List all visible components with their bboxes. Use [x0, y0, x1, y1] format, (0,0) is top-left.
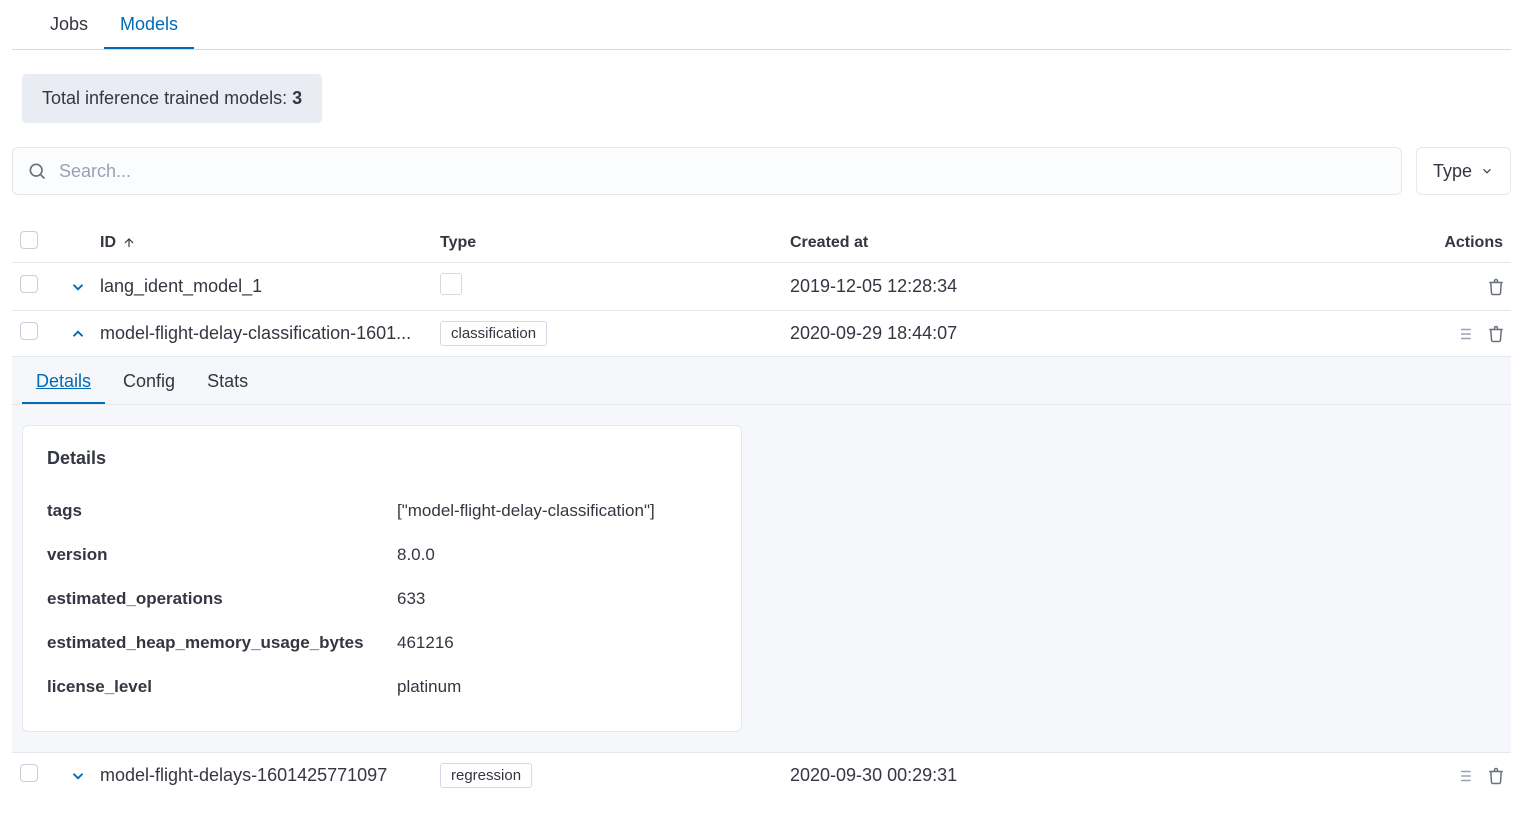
sub-tab-stats[interactable]: Stats	[193, 357, 262, 404]
summary-count: 3	[292, 88, 302, 108]
row-created-at: 2019-12-05 12:28:34	[790, 276, 1371, 297]
search-icon	[27, 161, 47, 181]
details-title: Details	[47, 448, 717, 469]
trash-icon	[1487, 767, 1505, 785]
detail-value: 633	[397, 589, 717, 609]
chevron-up-icon	[69, 325, 87, 343]
column-header-id[interactable]: ID	[100, 234, 440, 252]
select-all-checkbox[interactable]	[20, 231, 38, 249]
expand-toggle[interactable]	[56, 767, 100, 785]
detail-value: platinum	[397, 677, 717, 697]
delete-button[interactable]	[1487, 767, 1505, 785]
type-filter-label: Type	[1433, 161, 1472, 182]
sub-tab-config[interactable]: Config	[109, 357, 189, 404]
detail-key: license_level	[47, 677, 397, 697]
detail-key: tags	[47, 501, 397, 521]
expanded-panel: Details Config Stats Details tags ["mode…	[12, 357, 1511, 753]
detail-row: version 8.0.0	[47, 533, 717, 577]
table-row: model-flight-delay-classification-1601..…	[12, 311, 1511, 357]
total-models-summary: Total inference trained models: 3	[22, 74, 322, 123]
table-row: model-flight-delays-1601425771097 regres…	[12, 753, 1511, 798]
search-box[interactable]	[12, 147, 1402, 195]
detail-row: tags ["model-flight-delay-classification…	[47, 489, 717, 533]
row-checkbox[interactable]	[20, 322, 38, 340]
detail-value: 461216	[397, 633, 717, 653]
search-row: Type	[12, 147, 1511, 195]
tab-jobs[interactable]: Jobs	[34, 0, 104, 49]
arrow-up-icon	[122, 236, 136, 250]
detail-key: estimated_heap_memory_usage_bytes	[47, 633, 397, 653]
list-button[interactable]	[1455, 767, 1473, 785]
column-header-created-at[interactable]: Created at	[790, 234, 1371, 252]
detail-row: estimated_heap_memory_usage_bytes 461216	[47, 621, 717, 665]
table-row: lang_ident_model_1 2019-12-05 12:28:34	[12, 263, 1511, 311]
sub-tabs: Details Config Stats	[12, 357, 1511, 405]
delete-button[interactable]	[1487, 278, 1505, 296]
column-header-actions: Actions	[1371, 234, 1511, 252]
row-checkbox[interactable]	[20, 764, 38, 782]
list-button[interactable]	[1455, 325, 1473, 343]
table-header: ID Type Created at Actions	[12, 223, 1511, 263]
sub-tab-details[interactable]: Details	[22, 357, 105, 404]
row-checkbox[interactable]	[20, 275, 38, 293]
type-badge: regression	[440, 763, 532, 788]
trash-icon	[1487, 278, 1505, 296]
main-tabs: Jobs Models	[12, 0, 1511, 50]
type-badge: classification	[440, 321, 547, 346]
row-id: model-flight-delays-1601425771097	[100, 765, 440, 786]
collapse-toggle[interactable]	[56, 325, 100, 343]
expand-toggle[interactable]	[56, 278, 100, 296]
row-id: lang_ident_model_1	[100, 276, 440, 297]
detail-key: estimated_operations	[47, 589, 397, 609]
detail-row: license_level platinum	[47, 665, 717, 709]
row-created-at: 2020-09-30 00:29:31	[790, 765, 1371, 786]
chevron-down-icon	[69, 278, 87, 296]
chevron-down-icon	[69, 767, 87, 785]
tab-models[interactable]: Models	[104, 0, 194, 49]
summary-label: Total inference trained models:	[42, 88, 292, 108]
models-table: ID Type Created at Actions lang_ident_mo…	[12, 223, 1511, 798]
row-created-at: 2020-09-29 18:44:07	[790, 323, 1371, 344]
list-icon	[1455, 767, 1473, 785]
search-input[interactable]	[47, 161, 1387, 182]
delete-button[interactable]	[1487, 325, 1505, 343]
type-empty-icon	[440, 273, 462, 295]
trash-icon	[1487, 325, 1505, 343]
detail-row: estimated_operations 633	[47, 577, 717, 621]
detail-key: version	[47, 545, 397, 565]
detail-value: 8.0.0	[397, 545, 717, 565]
chevron-down-icon	[1480, 164, 1494, 178]
list-icon	[1455, 325, 1473, 343]
details-card: Details tags ["model-flight-delay-classi…	[22, 425, 742, 732]
column-header-type[interactable]: Type	[440, 234, 790, 252]
type-filter-button[interactable]: Type	[1416, 147, 1511, 195]
detail-value: ["model-flight-delay-classification"]	[397, 501, 717, 521]
row-id: model-flight-delay-classification-1601..…	[100, 323, 440, 344]
